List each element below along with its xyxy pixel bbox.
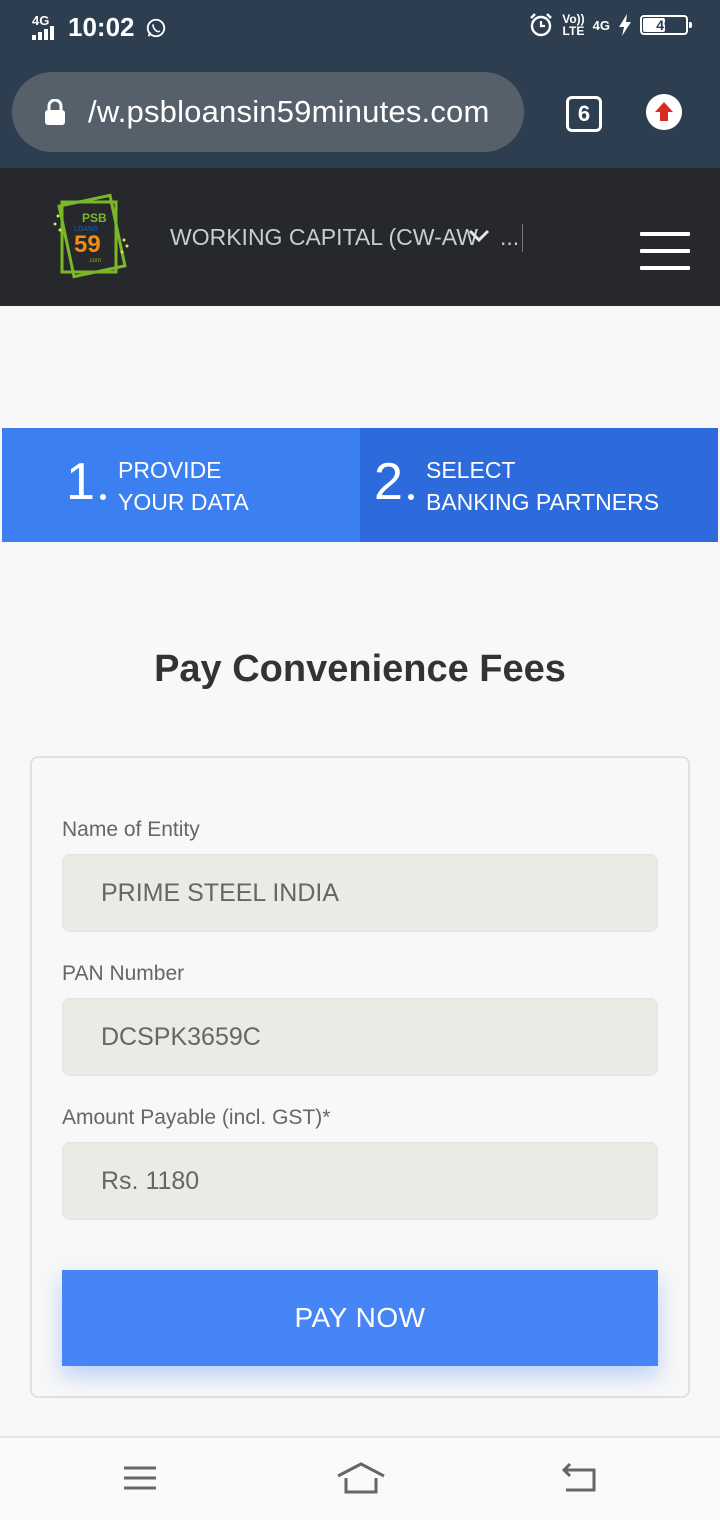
menu-button[interactable]: [640, 232, 690, 272]
step-label: PROVIDE YOUR DATA: [118, 454, 249, 518]
system-navigation-bar: [0, 1436, 720, 1520]
battery-level: 49: [656, 17, 672, 33]
pan-label: PAN Number: [62, 962, 185, 985]
update-icon[interactable]: [646, 94, 682, 130]
step-dot: [408, 494, 414, 500]
loan-type-label: WORKING CAPITAL (CW-AW: [170, 224, 478, 250]
amount-label: Amount Payable (incl. GST)*: [62, 1106, 331, 1129]
entity-label: Name of Entity: [62, 818, 200, 841]
menu-icon[interactable]: [120, 1460, 160, 1496]
step-provide-data[interactable]: 1 PROVIDE YOUR DATA: [2, 428, 360, 542]
volte-indicator: Vo)) LTE: [562, 13, 584, 37]
entity-field[interactable]: PRIME STEEL INDIA: [62, 854, 658, 932]
step-label-line2: BANKING PARTNERS: [426, 489, 660, 515]
svg-text:59: 59: [74, 231, 101, 258]
pan-field[interactable]: DCSPK3659C: [62, 998, 658, 1076]
payment-form-card: Name of Entity PRIME STEEL INDIA PAN Num…: [30, 756, 690, 1398]
psb-logo[interactable]: PSB LOANS 59 .com: [52, 190, 132, 282]
step-select-banking-partners[interactable]: 2 SELECT BANKING PARTNERS: [360, 428, 718, 542]
clock: 10:02: [68, 12, 135, 42]
lock-icon: [45, 99, 65, 125]
step-label: SELECT BANKING PARTNERS: [426, 454, 659, 518]
charging-icon: [619, 14, 631, 36]
browser-toolbar: /w.psbloansin59minutes.com 6: [0, 56, 720, 168]
step-label-line1: SELECT: [426, 457, 516, 483]
step-number: 1: [66, 453, 95, 511]
step-label-line2: YOUR DATA: [118, 489, 249, 515]
volte-bottom: LTE: [562, 24, 585, 38]
step-label-line1: PROVIDE: [118, 457, 222, 483]
tab-switcher-button[interactable]: 6: [566, 96, 602, 132]
app-header: PSB LOANS 59 .com WORKING CAPITAL (CW-AW…: [0, 168, 720, 306]
battery-icon: 49: [640, 15, 692, 35]
url-bar[interactable]: /w.psbloansin59minutes.com: [12, 72, 524, 152]
alarm-icon: [530, 13, 553, 37]
amount-field[interactable]: Rs. 1180: [62, 1142, 658, 1220]
page-title: Pay Convenience Fees: [154, 648, 566, 690]
back-icon[interactable]: [560, 1460, 600, 1496]
loan-type-selector[interactable]: WORKING CAPITAL (CW-AW...: [170, 224, 519, 251]
header-divider: [522, 224, 523, 252]
home-icon[interactable]: [336, 1460, 386, 1496]
status-bar: 4G 10:02 Vo)) LTE 4G 49: [0, 0, 720, 56]
svg-text:.com: .com: [88, 258, 101, 264]
signal-icon: 4G: [32, 14, 60, 42]
chevron-down-icon[interactable]: [468, 228, 490, 244]
loan-type-ellipsis: ...: [499, 224, 520, 250]
progress-steps: 1 PROVIDE YOUR DATA 2 SELECT BANKING PAR…: [2, 428, 718, 542]
step-number: 2: [374, 453, 403, 511]
step-dot: [100, 494, 106, 500]
whatsapp-icon: [146, 18, 165, 37]
url-text: /w.psbloansin59minutes.com: [88, 94, 490, 129]
network-type-right: 4G: [592, 17, 610, 33]
pay-now-button[interactable]: PAY NOW: [62, 1270, 658, 1366]
svg-text:PSB: PSB: [82, 211, 107, 225]
